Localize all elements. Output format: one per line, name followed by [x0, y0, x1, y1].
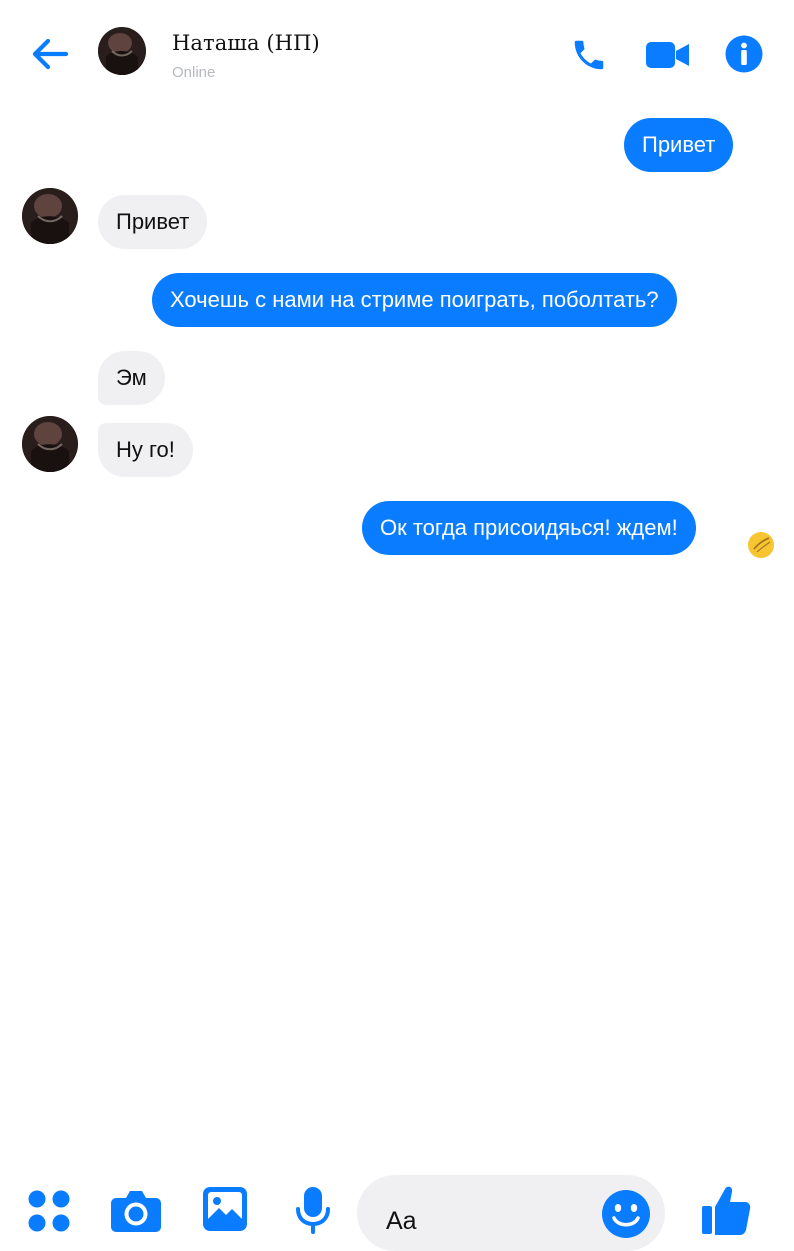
microphone-icon[interactable]: [294, 1185, 332, 1235]
chat-header: Наташа (НП) Online: [0, 0, 794, 100]
thumbs-up-icon[interactable]: [700, 1183, 752, 1237]
sender-avatar[interactable]: [22, 416, 78, 472]
message-incoming[interactable]: Эм: [98, 351, 165, 405]
message-outgoing[interactable]: Ок тогда присоидяься! ждем!: [362, 501, 696, 555]
message-input-placeholder: Aa: [386, 1207, 417, 1235]
info-icon[interactable]: [725, 35, 763, 73]
phone-icon[interactable]: [570, 36, 608, 74]
apps-grid-icon[interactable]: [26, 1188, 72, 1234]
message-incoming[interactable]: Ну го!: [98, 423, 193, 477]
camera-icon[interactable]: [110, 1187, 162, 1233]
seen-indicator-icon: [748, 532, 774, 558]
sender-avatar[interactable]: [22, 188, 78, 244]
message-outgoing[interactable]: Хочешь с нами на стриме поиграть, поболт…: [152, 273, 677, 327]
video-camera-icon[interactable]: [645, 38, 691, 72]
arrow-left-icon[interactable]: [26, 30, 74, 78]
composer-bar: Aa: [0, 585, 794, 1251]
message-incoming[interactable]: Привет: [98, 195, 208, 249]
contact-avatar[interactable]: [98, 27, 146, 75]
emoji-icon[interactable]: [600, 1188, 652, 1240]
contact-status: Online: [172, 64, 216, 81]
image-icon[interactable]: [202, 1186, 248, 1232]
message-outgoing[interactable]: Привет: [624, 118, 734, 172]
contact-name[interactable]: Наташа (НП): [172, 31, 320, 55]
